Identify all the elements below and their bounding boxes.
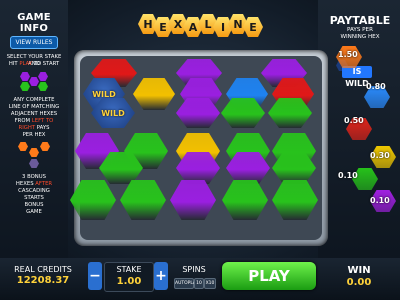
win-display: WIN 0.00 [322, 262, 396, 290]
info-text-13: BONUS [24, 202, 44, 208]
paytable-subtitle-2: WINNING HEX [340, 34, 380, 40]
info-text-12: STARTS [24, 195, 44, 201]
view-rules-button[interactable]: VIEW RULES [10, 36, 58, 49]
info-text-4: LINE OF MATCHING [8, 104, 60, 110]
game-screen: GAME INFO VIEW RULES SELECT YOUR STAKE A… [0, 0, 400, 300]
info-text-11: CASCADING [18, 188, 50, 194]
bonus-hex-icon [18, 142, 50, 170]
paytable-value-2: 0.50 [344, 116, 364, 125]
info-text-6: FROM LEFT TO [14, 118, 54, 124]
play-button[interactable]: PLAY [222, 262, 316, 290]
spins-x10-button[interactable]: X10 [204, 278, 216, 289]
hexaline-logo: H E X A L I N E [138, 14, 268, 37]
stake-display: STAKE 1.00 [104, 262, 154, 292]
stake-label: STAKE [116, 265, 142, 274]
paytable-subtitle-1: PAYS PER [347, 27, 373, 33]
info-text-2: HIT PLAY TO START [8, 61, 60, 67]
info-text-14: GAME [26, 209, 42, 215]
wild-text: WILD [101, 108, 125, 118]
info-text-9: 3 BONUS [22, 174, 46, 180]
paytable-value-3: 0.30 [370, 151, 390, 160]
autoplay-button[interactable]: AUTOPLAY [174, 278, 198, 289]
game-info-title: GAME INFO [17, 12, 51, 34]
wild-text: WILD [92, 89, 116, 99]
stake-value: 1.00 [116, 276, 142, 287]
info-text-7: RIGHT PAYS [18, 125, 50, 131]
stake-decrease-button[interactable]: − [88, 262, 102, 290]
hex-cluster-icon [20, 72, 48, 92]
paytable-value-0: 1.50 [338, 50, 358, 59]
credits-label: REAL CREDITS [14, 265, 72, 274]
paytable-value-1: 0.80 [366, 82, 386, 91]
paytable-value-5: 0.10 [370, 196, 390, 205]
spins-10-button[interactable]: 10 [194, 278, 204, 289]
credits-value: 12208.37 [16, 275, 70, 286]
paytable-title: PAYTABLE [329, 14, 391, 27]
info-text-3: ANY COMPLETE [13, 97, 55, 103]
credits-display: REAL CREDITS 12208.37 [2, 262, 84, 290]
win-value: 0.00 [346, 277, 372, 288]
info-text-10: HEXES AFTER [15, 181, 53, 187]
stake-increase-button[interactable]: + [154, 262, 168, 290]
win-label: WIN [347, 265, 371, 276]
info-text-8: PER HEX [22, 132, 46, 138]
paytable-value-4: 0.10 [338, 171, 358, 180]
spins-label: SPINS [182, 265, 206, 274]
info-text-5: ADJACENT HEXES [10, 111, 58, 117]
